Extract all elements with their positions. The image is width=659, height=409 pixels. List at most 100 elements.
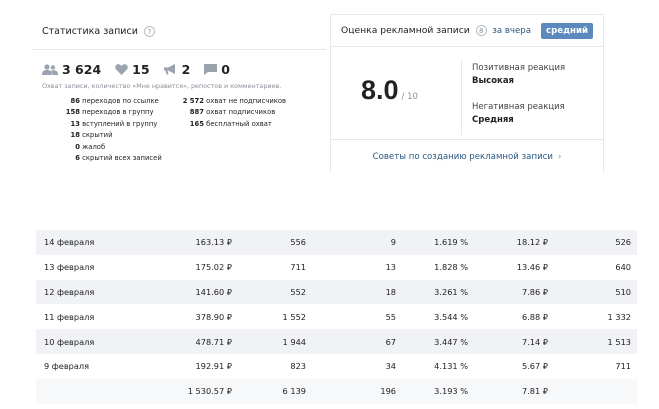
score-block: 8.0 / 10 <box>361 75 418 106</box>
table-row: 9 февраля 192.91 ₽ 823 34 4.131 % 5.67 ₽… <box>36 354 637 379</box>
ad-tips-link-text: Советы по созданию рекламной записи <box>372 151 553 162</box>
cell-reach: 1 944 <box>232 329 306 354</box>
cell-ctr: 4.131 % <box>434 361 468 372</box>
detail-col-left: 86 переходов по ссылке 158 переходов в г… <box>42 96 162 164</box>
cell-ctr: 3.261 % <box>396 279 468 305</box>
help-icon[interactable]: 8 <box>475 25 487 36</box>
cell-cpc: 5.67 ₽ <box>521 361 548 372</box>
ad-tips-link[interactable]: Советы по созданию рекламной записи › <box>331 139 603 173</box>
tab-yesterday[interactable]: за вчера <box>492 26 531 36</box>
detail-list: 86 переходов по ссылке 158 переходов в г… <box>32 96 326 186</box>
stat-subscribers[interactable]: 3 624 <box>42 62 101 77</box>
stats-summary-row: 3 624 15 2 0 <box>32 62 326 77</box>
table-row: 12 февраля 141.60 ₽ 552 18 3.261 % 7.86 … <box>36 279 637 305</box>
cell-reach: 823 <box>290 361 306 372</box>
list-item: 18 скрытий <box>70 131 113 140</box>
positive-reaction-label: Позитивная реакция <box>472 63 566 73</box>
list-item: 158 переходов в группу <box>65 108 154 117</box>
tab-average[interactable]: средний <box>541 22 593 39</box>
cell-last: 1 332 <box>607 311 631 322</box>
cell-ctr: 3.544 % <box>434 311 468 322</box>
cell-cpc: 18.12 ₽ <box>468 230 548 255</box>
comment-icon <box>204 64 218 75</box>
daily-stats-table: 14 февраля 163.13 ₽ 556 9 1.619 % 18.12 … <box>36 230 637 404</box>
rating-period-tabs: за вчера средний <box>492 22 603 39</box>
cell-clicks: 196 <box>306 378 396 404</box>
cell-reach: 552 <box>232 279 306 305</box>
cell-last: 640 <box>615 262 631 273</box>
stat-comments[interactable]: 0 <box>204 62 230 77</box>
cell-clicks: 18 <box>306 279 396 305</box>
post-stats-card: Статистика записи ? 3 624 15 2 0 Охват з… <box>32 14 326 172</box>
cell-clicks: 9 <box>306 230 396 255</box>
table-total-row: 1 530.57 ₽ 6 139 196 3.193 % 7.81 ₽ <box>36 378 637 404</box>
likes-count: 15 <box>132 62 150 77</box>
subscribers-count: 3 624 <box>62 62 102 77</box>
cell-ctr: 1.828 % <box>434 262 468 273</box>
cell-last <box>548 378 637 404</box>
reposts-count: 2 <box>181 62 191 77</box>
cell-cpc: 7.14 ₽ <box>468 329 548 354</box>
cell-clicks: 13 <box>385 262 396 273</box>
cell-spend: 478.71 ₽ <box>156 329 232 354</box>
cell-last: 1 513 <box>548 329 637 354</box>
cell-date: 9 февраля <box>44 361 90 372</box>
list-item: 165 бесплатный охват <box>189 119 272 128</box>
score-max: / 10 <box>401 92 418 102</box>
cell-date <box>36 378 156 404</box>
cell-ctr: 3.193 % <box>396 378 468 404</box>
cell-date: 11 февраля <box>44 311 95 322</box>
list-item: 887 охват подписчиков <box>189 108 276 117</box>
cell-reach: 711 <box>290 262 306 273</box>
stats-description: Охват записи, количество «Мне нравится»,… <box>42 82 282 90</box>
negative-reaction-value: Средняя <box>472 115 514 125</box>
cell-clicks: 55 <box>385 311 396 322</box>
cell-spend: 378.90 ₽ <box>195 311 232 322</box>
table-row: 10 февраля 478.71 ₽ 1 944 67 3.447 % 7.1… <box>36 329 637 354</box>
cell-cpc: 7.86 ₽ <box>468 279 548 305</box>
post-stats-title: Статистика записи <box>42 26 138 37</box>
detail-col-right: 2 572 охват не подписчиков 887 охват под… <box>182 96 286 130</box>
cell-spend: 1 530.57 ₽ <box>156 378 232 404</box>
stat-reposts[interactable]: 2 <box>163 62 191 77</box>
cell-reach: 6 139 <box>232 378 306 404</box>
help-icon[interactable]: ? <box>143 26 155 37</box>
list-item: 2 572 охват не подписчиков <box>182 97 287 105</box>
list-item: 0 жалоб <box>75 142 106 151</box>
cell-clicks: 34 <box>385 361 396 372</box>
cell-cpc: 6.88 ₽ <box>521 311 548 322</box>
cell-cpc: 7.81 ₽ <box>468 378 548 404</box>
cell-spend: 192.91 ₽ <box>195 361 232 372</box>
cell-reach: 1 552 <box>282 311 306 322</box>
list-item: 6 скрытий всех записей <box>75 153 162 162</box>
cell-ctr: 3.447 % <box>396 329 468 354</box>
positive-reaction-value: Высокая <box>472 76 515 86</box>
list-item: 86 переходов по ссылке <box>70 97 159 105</box>
cell-last: 510 <box>548 279 637 305</box>
list-item: 13 вступлений в группу <box>70 119 158 128</box>
table-row: 14 февраля 163.13 ₽ 556 9 1.619 % 18.12 … <box>36 230 637 255</box>
cell-cpc: 13.46 ₽ <box>516 262 548 273</box>
score-value: 8.0 <box>361 75 399 105</box>
cell-reach: 556 <box>232 230 306 255</box>
chevron-right-icon: › <box>557 151 562 162</box>
negative-reaction-label: Негативная реакция <box>472 102 565 112</box>
cell-date: 13 февраля <box>44 262 95 273</box>
heart-icon <box>115 64 128 75</box>
cell-date: 12 февраля <box>36 279 156 305</box>
table-row: 11 февраля 378.90 ₽ 1 552 55 3.544 % 6.8… <box>36 304 637 329</box>
comments-count: 0 <box>221 62 230 77</box>
cell-clicks: 67 <box>306 329 396 354</box>
cell-last: 711 <box>615 361 631 372</box>
stat-likes[interactable]: 15 <box>115 62 150 77</box>
cell-date: 14 февраля <box>36 230 156 255</box>
divider <box>461 59 462 135</box>
reactions-block: Позитивная реакция Высокая Негативная ре… <box>472 63 565 125</box>
cell-last: 526 <box>548 230 637 255</box>
ad-rating-title: Оценка рекламной записи <box>341 25 470 36</box>
table-row: 13 февраля 175.02 ₽ 711 13 1.828 % 13.46… <box>36 255 637 280</box>
cell-spend: 175.02 ₽ <box>195 262 232 273</box>
users-icon <box>42 64 58 75</box>
megaphone-icon <box>163 64 175 75</box>
ad-rating-header: Оценка рекламной записи 8 за вчера средн… <box>331 15 603 47</box>
